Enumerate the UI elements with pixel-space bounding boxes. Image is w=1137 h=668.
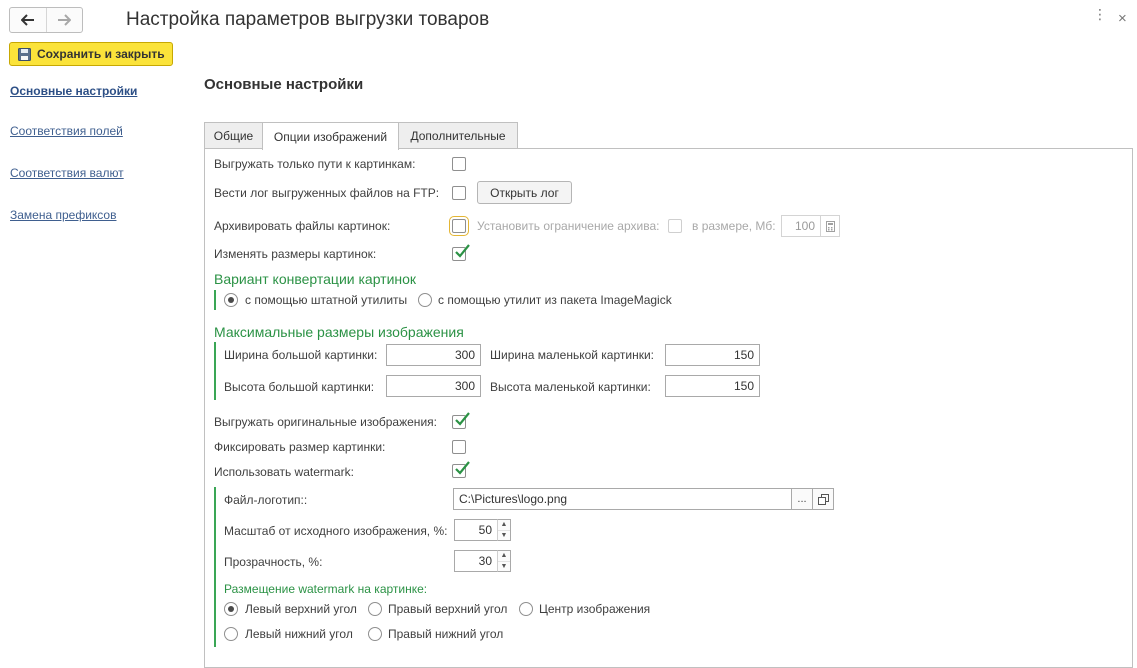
placement-bottom-right-radio[interactable] [368, 627, 382, 641]
placement-top-right-radio[interactable] [368, 602, 382, 616]
open-window-icon [817, 493, 829, 505]
max-sizes-group-title: Максимальные размеры изображения [214, 324, 464, 340]
small-width-input[interactable]: 150 [665, 344, 760, 366]
browse-button[interactable]: ... [791, 488, 813, 510]
ftp-log-label: Вести лог выгруженных файлов на FTP: [214, 186, 440, 200]
conversion-group-bar [214, 290, 216, 310]
open-file-button[interactable] [812, 488, 834, 510]
nav-buttons [9, 7, 83, 33]
stepper-up-icon[interactable]: ▲ [498, 520, 510, 530]
forward-button[interactable] [45, 8, 83, 32]
placement-bottom-left-radio[interactable] [224, 627, 238, 641]
scale-stepper[interactable]: ▲ ▼ [497, 519, 511, 541]
tab-image-options[interactable]: Опции изображений [262, 122, 399, 150]
sidebar-item-prefix-replacement[interactable]: Замена префиксов [10, 208, 116, 222]
close-icon[interactable]: × [1118, 10, 1127, 27]
opacity-input[interactable]: 30 [454, 550, 498, 572]
calculator-icon [825, 220, 835, 232]
resize-images-checkbox[interactable] [452, 244, 470, 261]
export-originals-label: Выгружать оригинальные изображения: [214, 415, 437, 429]
export-paths-only-label: Выгружать только пути к картинкам: [214, 157, 416, 171]
placement-center-radio[interactable] [519, 602, 533, 616]
archive-limit-checkbox[interactable] [668, 219, 682, 233]
open-log-button[interactable]: Открыть лог [477, 181, 572, 204]
conversion-imagemagick-label: с помощью утилит из пакета ImageMagick [438, 293, 672, 307]
logo-file-input[interactable]: C:\Pictures\logo.png [453, 488, 792, 510]
placement-top-left-label: Левый верхний угол [245, 602, 357, 616]
conversion-group-title: Вариант конвертации картинок [214, 271, 417, 287]
stepper-down-icon[interactable]: ▼ [498, 529, 510, 541]
more-icon[interactable]: ⋮ [1093, 7, 1107, 28]
opacity-label: Прозрачность, %: [224, 555, 323, 569]
conversion-standard-radio[interactable] [224, 293, 238, 307]
scale-input[interactable]: 50 [454, 519, 498, 541]
sidebar-item-field-mapping[interactable]: Соответствия полей [10, 124, 123, 138]
tab-additional[interactable]: Дополнительные [398, 122, 518, 149]
logo-file-label: Файл-логотип:: [224, 493, 308, 507]
placement-top-right-label: Правый верхний угол [388, 602, 508, 616]
export-paths-only-checkbox[interactable] [452, 157, 466, 171]
section-title: Основные настройки [204, 76, 364, 93]
small-height-label: Высота маленькой картинки: [490, 380, 651, 394]
archive-size-label: в размере, Мб: [692, 219, 776, 233]
placement-title: Размещение watermark на картинке: [224, 582, 428, 596]
checkmark-icon [455, 461, 470, 475]
large-height-label: Высота большой картинки: [224, 380, 375, 394]
max-sizes-group-bar [214, 342, 216, 400]
small-width-label: Ширина маленькой картинки: [490, 348, 654, 362]
ftp-log-checkbox[interactable] [452, 186, 466, 200]
export-originals-checkbox[interactable] [452, 412, 470, 429]
fix-size-checkbox[interactable] [452, 440, 466, 454]
use-watermark-checkbox[interactable] [452, 461, 470, 478]
placement-center-label: Центр изображения [539, 602, 651, 616]
watermark-group-bar [214, 487, 216, 647]
small-height-input[interactable]: 150 [665, 375, 760, 397]
stepper-up-icon[interactable]: ▲ [498, 551, 510, 561]
archive-size-input[interactable]: 100 [781, 215, 821, 237]
sidebar-item-main-settings[interactable]: Основные настройки [10, 84, 137, 98]
large-height-input[interactable]: 300 [386, 375, 481, 397]
back-button[interactable] [10, 8, 46, 32]
placement-bottom-left-label: Левый нижний угол [245, 627, 353, 641]
archive-size-calc-button[interactable] [820, 215, 840, 237]
arrow-right-icon [58, 14, 72, 26]
checkmark-icon [455, 244, 470, 258]
stepper-down-icon[interactable]: ▼ [498, 560, 510, 572]
opacity-stepper[interactable]: ▲ ▼ [497, 550, 511, 572]
floppy-disk-icon [18, 47, 31, 61]
scale-label: Масштаб от исходного изображения, %: [224, 524, 448, 538]
archive-images-label: Архивировать файлы картинок: [214, 219, 391, 233]
checkmark-icon [455, 412, 470, 426]
conversion-imagemagick-radio[interactable] [418, 293, 432, 307]
large-width-input[interactable]: 300 [386, 344, 481, 366]
archive-images-checkbox[interactable] [449, 216, 469, 236]
save-and-close-button[interactable]: Сохранить и закрыть [9, 42, 173, 66]
conversion-standard-label: с помощью штатной утилиты [245, 293, 408, 307]
sidebar-item-currency-mapping[interactable]: Соответствия валют [10, 166, 124, 180]
window-title: Настройка параметров выгрузки товаров [126, 9, 490, 30]
arrow-left-icon [20, 14, 34, 26]
resize-images-label: Изменять размеры картинок: [214, 247, 377, 261]
large-width-label: Ширина большой картинки: [224, 348, 378, 362]
placement-bottom-right-label: Правый нижний угол [388, 627, 504, 641]
archive-limit-label: Установить ограничение архива: [477, 219, 660, 233]
fix-size-label: Фиксировать размер картинки: [214, 440, 386, 454]
placement-top-left-radio[interactable] [224, 602, 238, 616]
use-watermark-label: Использовать watermark: [214, 465, 354, 479]
save-and-close-label: Сохранить и закрыть [37, 47, 165, 61]
tab-general[interactable]: Общие [204, 122, 263, 149]
